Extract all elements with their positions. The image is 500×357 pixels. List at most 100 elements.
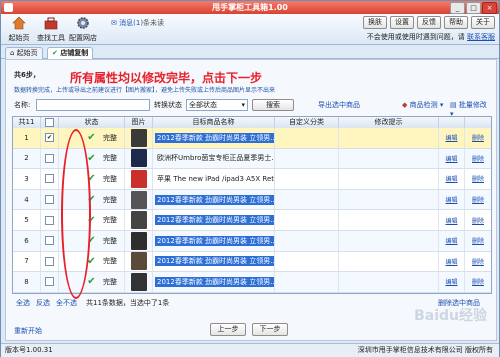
col-select[interactable]: [41, 117, 59, 128]
row-checkbox[interactable]: [45, 195, 54, 205]
row-checkbox[interactable]: [45, 277, 54, 287]
status-select[interactable]: 全部状态: [186, 99, 248, 111]
name-input[interactable]: [36, 99, 150, 111]
table-row[interactable]: 6 ✔ 完整 2012春季新款 劲霸时尚男装 立领男... 编辑 删除: [13, 231, 491, 252]
settings-button[interactable]: 设置: [390, 16, 414, 29]
restart-link[interactable]: 重新开始: [14, 326, 42, 336]
delete-link[interactable]: 删除: [472, 195, 484, 204]
row-delete-cell: 删除: [465, 149, 491, 169]
table-row[interactable]: 1 ✔ ✔ 完整 2012春季新款 劲霸时尚男装 立领男... 编辑 删除: [13, 128, 491, 149]
row-checkbox[interactable]: [45, 174, 54, 184]
about-button[interactable]: 关于: [471, 16, 495, 29]
edit-link[interactable]: 编辑: [445, 236, 457, 245]
row-name-cell[interactable]: 2012春季新款 劲霸时尚男装 立领男...: [153, 272, 275, 292]
title-bar: 甩手掌柜工具箱1.00 _ □ ×: [1, 1, 499, 14]
close-button[interactable]: ×: [482, 2, 497, 14]
row-checkbox[interactable]: [45, 256, 54, 266]
next-step-button[interactable]: 下一步: [252, 323, 288, 336]
select-all-link[interactable]: 全选: [16, 298, 30, 308]
row-category-cell[interactable]: [275, 169, 339, 189]
main-toolbar: 起始页 查找工具 配置网店 ✉ 消息(1)条未读 换肤 设置 反馈 帮助 关于 …: [1, 14, 499, 45]
edit-link[interactable]: 编辑: [445, 174, 457, 183]
tab-home[interactable]: ⌂ 起始页: [5, 47, 43, 59]
contact-support-link[interactable]: 联系客服: [467, 33, 495, 41]
edit-link[interactable]: 编辑: [445, 216, 457, 225]
delete-link[interactable]: 删除: [472, 174, 484, 183]
row-name-cell[interactable]: 2012春季新款 劲霸时尚男装 立领男...: [153, 189, 275, 210]
edit-link[interactable]: 编辑: [445, 195, 457, 204]
row-category-cell[interactable]: [275, 231, 339, 251]
row-select-cell[interactable]: [41, 231, 59, 251]
row-status-cell: ✔ 完整: [59, 169, 125, 189]
delete-link[interactable]: 删除: [472, 216, 484, 225]
row-delete-cell: 删除: [465, 190, 491, 210]
row-select-cell[interactable]: [41, 251, 59, 272]
delete-link[interactable]: 删除: [472, 154, 484, 163]
row-checkbox[interactable]: [45, 236, 54, 246]
help-button[interactable]: 帮助: [444, 16, 468, 29]
row-select-cell[interactable]: [41, 169, 59, 189]
edit-link[interactable]: 编辑: [445, 154, 457, 163]
row-select-cell[interactable]: [41, 189, 59, 210]
delete-link[interactable]: 删除: [472, 277, 484, 286]
row-name-cell[interactable]: 2012春季新款 劲霸时尚男装 立领男...: [153, 231, 275, 251]
row-status-cell: ✔ 完整: [59, 231, 125, 251]
row-category-cell[interactable]: [275, 148, 339, 169]
row-product-name: 2012春季新款 劲霸时尚男装 立领男...: [155, 215, 274, 226]
feedback-button[interactable]: 反馈: [417, 16, 441, 29]
table-row[interactable]: 5 ✔ 完整 2012春季新款 劲霸时尚男装 立领男... 编辑 删除: [13, 210, 491, 231]
selection-summary: 共11条数据，当选中了1条: [86, 299, 170, 307]
row-select-cell[interactable]: [41, 148, 59, 169]
edit-link[interactable]: 编辑: [445, 277, 457, 286]
row-name-cell[interactable]: 欧洲杯Umbro茵宝专柜正品夏季男士...: [153, 148, 275, 169]
toolbox-tool[interactable]: 查找工具: [37, 16, 65, 43]
prev-step-button[interactable]: 上一步: [210, 323, 246, 336]
delete-link[interactable]: 删除: [472, 236, 484, 245]
search-button[interactable]: 搜索: [252, 99, 294, 111]
product-detect-menu[interactable]: ◆ 商品检测 ▾: [402, 100, 443, 110]
row-category-cell[interactable]: [275, 189, 339, 210]
home-tool[interactable]: 起始页: [5, 16, 33, 43]
minimize-button[interactable]: _: [450, 2, 465, 14]
edit-link[interactable]: 编辑: [445, 133, 457, 142]
row-edit-cell: 编辑: [439, 169, 465, 189]
row-select-cell[interactable]: [41, 210, 59, 230]
row-checkbox[interactable]: [45, 215, 54, 225]
conversion-tip: 数据转换完成，上传或导出之前建议进行【图片搬家】，避免上传失败或上传后商品图片显…: [14, 87, 276, 94]
tab-store-copy[interactable]: ✔ 店铺复制: [47, 47, 94, 59]
table-row[interactable]: 7 ✔ 完整 2012春季新款 劲霸时尚男装 立领男... 编辑 删除: [13, 251, 491, 273]
row-name-cell[interactable]: 2012春季新款 劲霸时尚男装 立领男...: [153, 251, 275, 272]
table-row[interactable]: 2 ✔ 完整 欧洲杯Umbro茵宝专柜正品夏季男士... 编辑 删除: [13, 148, 491, 170]
maximize-button[interactable]: □: [466, 2, 481, 14]
delete-link[interactable]: 删除: [472, 133, 484, 142]
tab-store-copy-label: 店铺复制: [60, 49, 89, 57]
row-name-cell[interactable]: 苹果 The new iPad /ipad3 A5X Retina...: [153, 169, 275, 189]
edit-link[interactable]: 编辑: [445, 257, 457, 266]
row-category-cell[interactable]: [275, 128, 339, 148]
table-row[interactable]: 8 ✔ 完整 2012春季新款 劲霸时尚男装 立领男... 编辑 删除: [13, 272, 491, 293]
row-category-cell[interactable]: [275, 251, 339, 272]
select-all-checkbox[interactable]: [45, 118, 54, 127]
row-name-cell[interactable]: 2012春季新款 劲霸时尚男装 立领男...: [153, 128, 275, 148]
tab-strip: ⌂ 起始页 ✔ 店铺复制: [1, 45, 499, 59]
select-none-link[interactable]: 全不选: [56, 298, 77, 308]
delete-link[interactable]: 删除: [472, 257, 484, 266]
toolbox-icon: [44, 17, 58, 30]
skin-button[interactable]: 换肤: [363, 16, 387, 29]
row-edit-cell: 编辑: [439, 251, 465, 272]
row-category-cell[interactable]: [275, 210, 339, 230]
row-checkbox[interactable]: ✔: [45, 133, 54, 143]
row-status: 完整: [103, 133, 117, 142]
config-tool[interactable]: 配置网店: [69, 16, 97, 43]
export-selected-link[interactable]: 导出选中商品: [318, 100, 360, 110]
row-name-cell[interactable]: 2012春季新款 劲霸时尚男装 立领男...: [153, 210, 275, 230]
row-select-cell[interactable]: ✔: [41, 128, 59, 148]
row-checkbox[interactable]: [45, 153, 54, 163]
table-row[interactable]: 4 ✔ 完整 2012春季新款 劲霸时尚男装 立领男... 编辑 删除: [13, 189, 491, 211]
row-category-cell[interactable]: [275, 272, 339, 292]
table-row[interactable]: 3 ✔ 完整 苹果 The new iPad /ipad3 A5X Retina...…: [13, 169, 491, 190]
notice-text: 不会使用或使用时遇到问题，请: [366, 33, 465, 41]
invert-selection-link[interactable]: 反选: [36, 298, 50, 308]
row-select-cell[interactable]: [41, 272, 59, 292]
message-indicator[interactable]: ✉ 消息(1)条未读: [111, 18, 164, 28]
